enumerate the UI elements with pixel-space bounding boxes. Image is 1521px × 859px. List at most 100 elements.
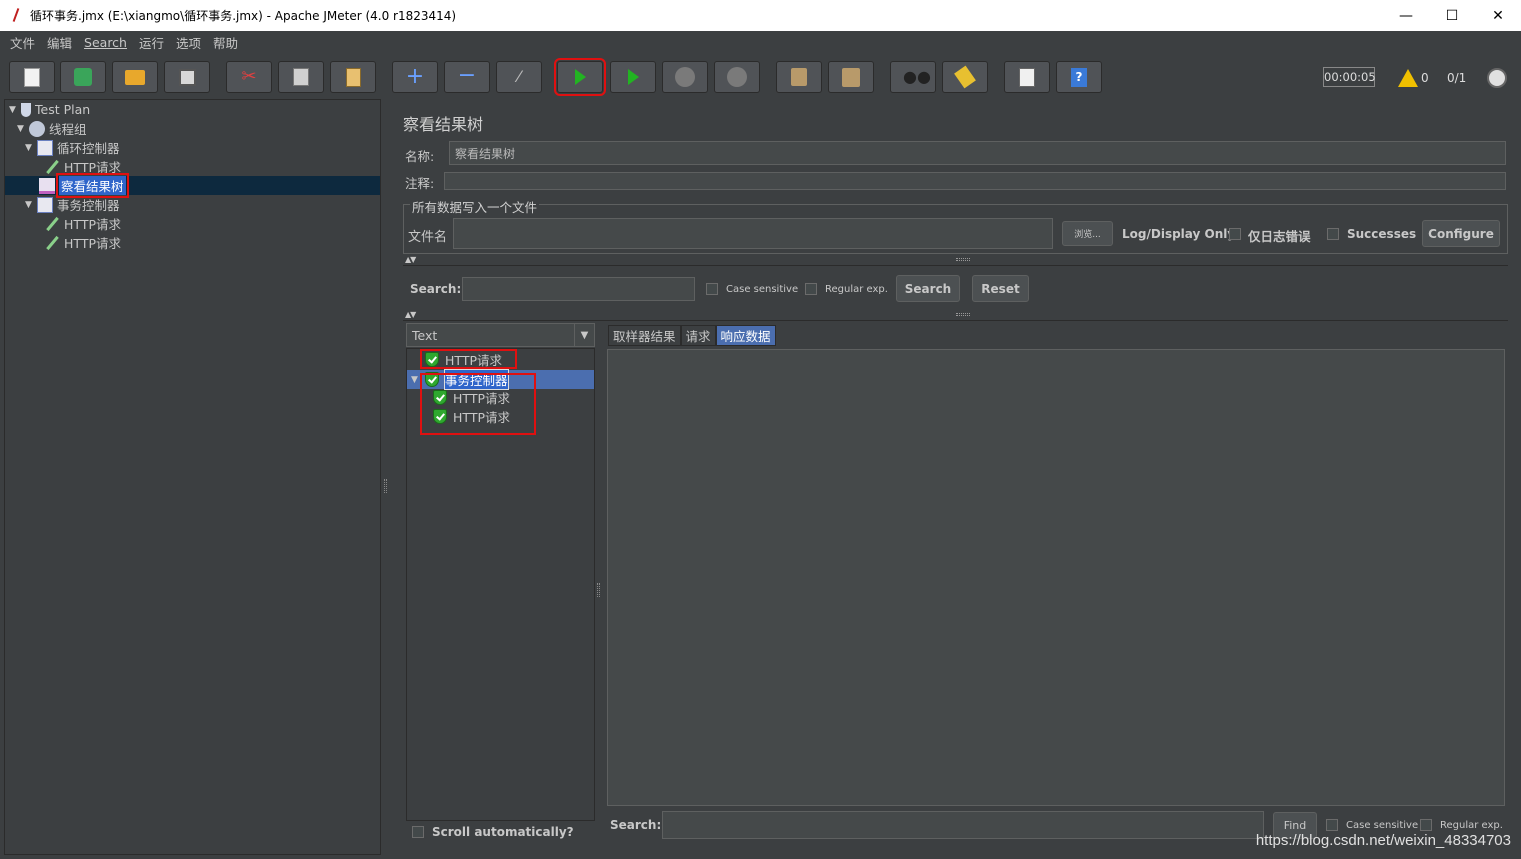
menu-search[interactable]: Search [78, 35, 133, 50]
maximize-button[interactable]: ☐ [1429, 0, 1475, 31]
clear-button[interactable] [776, 61, 822, 93]
configure-button[interactable]: Configure [1422, 220, 1500, 247]
tab-sampler-result[interactable]: 取样器结果 [608, 325, 681, 346]
tree-item-http-request-1[interactable]: HTTP请求 [45, 157, 121, 176]
bottom-case-checkbox[interactable] [1326, 819, 1338, 831]
play-no-pause-icon [627, 69, 639, 85]
expand-button[interactable]: + [392, 61, 438, 93]
copy-button[interactable] [278, 61, 324, 93]
new-button[interactable] [9, 61, 55, 93]
annotation-highlight [420, 373, 536, 435]
close-button[interactable]: ✕ [1475, 0, 1521, 31]
tree-item-http-request-2[interactable]: HTTP请求 [45, 214, 121, 233]
start-no-pauses-button[interactable] [610, 61, 656, 93]
plus-icon: + [405, 64, 425, 89]
minus-icon: − [457, 63, 477, 88]
scissors-icon: ✂ [241, 66, 257, 87]
tree-item-view-results-tree[interactable]: 察看结果树 [5, 173, 380, 198]
search-button[interactable]: ●● [890, 61, 936, 93]
collapse-arrows-icon[interactable]: ▲▼ [405, 310, 416, 319]
tree-label-loop-controller: 循环控制器 [57, 141, 120, 156]
help-button[interactable]: ? [1056, 61, 1102, 93]
collapse-toggle-icon[interactable]: ▼ [25, 200, 35, 210]
results-tree: HTTP请求 ▼ 事务控制器 HTTP请求 HTTP请求 [406, 348, 595, 821]
jmeter-feather-icon [10, 8, 22, 24]
name-label: 名称: [405, 149, 435, 164]
filename-field[interactable] [453, 218, 1053, 249]
collapse-toggle-icon[interactable]: ▼ [25, 143, 35, 153]
bottom-regex-checkbox[interactable] [1420, 819, 1432, 831]
collapse-toggle-icon[interactable]: ▼ [9, 105, 19, 115]
page-title: 察看结果树 [403, 115, 484, 134]
renderer-select[interactable]: Text ▼ [406, 323, 595, 347]
search-label: Search: [410, 282, 462, 296]
bottom-search-input[interactable] [662, 811, 1264, 839]
save-button[interactable] [164, 61, 210, 93]
tree-label-test-plan: Test Plan [35, 102, 91, 117]
tree-item-thread-group[interactable]: ▼ 线程组 [17, 119, 87, 138]
result-tabs: 取样器结果 请求 响应数据 [608, 325, 776, 346]
collapse-button[interactable]: − [444, 61, 490, 93]
comment-field[interactable] [444, 172, 1506, 190]
window-title: 循环事务.jmx (E:\xiangmo\循环事务.jmx) - Apache … [30, 9, 457, 23]
scroll-auto-checkbox[interactable] [412, 826, 424, 838]
sampler-pipette-icon [46, 235, 59, 250]
sampler-pipette-icon [46, 159, 59, 174]
successes-checkbox[interactable] [1327, 228, 1339, 240]
tree-item-http-request-3[interactable]: HTTP请求 [45, 233, 121, 252]
collapse-toggle-icon[interactable]: ▼ [17, 124, 27, 134]
paste-button[interactable] [330, 61, 376, 93]
cut-button[interactable]: ✂ [226, 61, 272, 93]
chevron-down-icon[interactable]: ▼ [574, 324, 594, 346]
toggle-button[interactable]: ⁄ [496, 61, 542, 93]
splitter-grip[interactable] [384, 479, 387, 493]
menu-options[interactable]: 选项 [170, 33, 207, 52]
tree-item-test-plan[interactable]: ▼ Test Plan [9, 100, 90, 119]
regex-checkbox[interactable] [805, 283, 817, 295]
results-splitter[interactable] [595, 323, 605, 821]
bottom-case-label: Case sensitive [1346, 820, 1419, 831]
comment-label: 注释: [405, 176, 435, 191]
minimize-button[interactable]: — [1383, 0, 1429, 31]
reset-button[interactable]: Reset [972, 275, 1029, 302]
errors-checkbox[interactable] [1229, 228, 1241, 240]
menu-help[interactable]: 帮助 [207, 33, 244, 52]
clear-all-button[interactable] [828, 61, 874, 93]
start-button[interactable] [554, 58, 606, 96]
tab-response-data[interactable]: 响应数据 [715, 325, 776, 346]
browse-button[interactable]: 浏览... [1062, 221, 1113, 246]
copy-icon [293, 68, 309, 86]
reset-search-button[interactable] [942, 61, 988, 93]
search-input[interactable] [462, 277, 695, 301]
tree-item-transaction-controller[interactable]: ▼ 事务控制器 [25, 195, 120, 214]
log-display-label: Log/Display Only: [1122, 227, 1240, 241]
controller-icon [37, 196, 53, 213]
templates-button[interactable] [60, 61, 106, 93]
splitter-grip[interactable] [956, 313, 970, 316]
shutdown-button[interactable] [714, 61, 760, 93]
function-helper-button[interactable] [1004, 61, 1050, 93]
menu-edit[interactable]: 编辑 [41, 33, 78, 52]
collapse-arrows-icon[interactable]: ▲▼ [405, 255, 416, 264]
menu-file[interactable]: 文件 [4, 33, 41, 52]
case-sensitive-checkbox[interactable] [706, 283, 718, 295]
broom-clear-icon [791, 68, 807, 86]
scroll-automatically[interactable]: Scroll automatically? [412, 825, 574, 839]
splitter-grip[interactable] [597, 583, 600, 597]
open-button[interactable] [112, 61, 158, 93]
warning-icon[interactable] [1398, 69, 1418, 87]
play-icon [574, 69, 586, 85]
search-submit-button[interactable]: Search [896, 275, 960, 302]
divider [403, 320, 1508, 321]
splitter-grip[interactable] [956, 258, 970, 261]
successes-label: Successes [1347, 227, 1417, 241]
tab-request[interactable]: 请求 [680, 325, 716, 346]
tree-item-loop-controller[interactable]: ▼ 循环控制器 [25, 138, 120, 157]
binoculars-icon: ●● [903, 67, 931, 86]
menu-run[interactable]: 运行 [133, 33, 170, 52]
stop-button[interactable] [662, 61, 708, 93]
response-data-area[interactable] [607, 349, 1505, 806]
name-field[interactable]: 察看结果树 [449, 141, 1506, 165]
main-splitter[interactable] [382, 99, 390, 855]
controller-icon [37, 139, 53, 156]
